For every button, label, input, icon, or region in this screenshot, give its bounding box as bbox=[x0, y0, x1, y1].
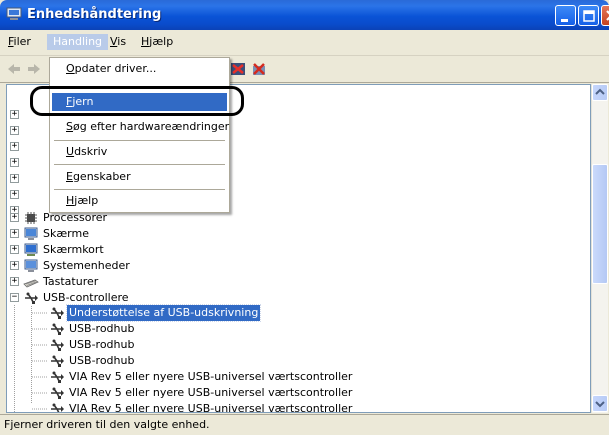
minimize-button[interactable] bbox=[555, 5, 576, 26]
menu-bar: Filer Handling Vis Hjælp bbox=[0, 30, 609, 56]
usb-icon bbox=[51, 307, 64, 319]
title-bar[interactable]: Enhedshåndtering bbox=[0, 0, 609, 30]
tree-device-via-host-controller[interactable]: VIA Rev 5 eller nyere USB-universel vært… bbox=[7, 385, 507, 401]
menu-item-mnemonic: U bbox=[66, 145, 75, 158]
close-icon bbox=[606, 10, 609, 21]
maximize-button[interactable] bbox=[578, 5, 599, 26]
uninstall-device-icon[interactable] bbox=[251, 61, 267, 77]
menu-item-update-driver[interactable]: Opdater driver... bbox=[52, 60, 227, 78]
action-menu-dropdown: Opdater driver... Fjern Søg efter hardwa… bbox=[49, 57, 230, 213]
tree-device-usb-root-hub[interactable]: USB-rodhub bbox=[7, 321, 507, 337]
disable-device-icon[interactable] bbox=[230, 61, 246, 77]
menu-hjaelp-label: jælp bbox=[149, 35, 174, 48]
menu-filer-label: iler bbox=[13, 35, 31, 48]
highlight-callout bbox=[30, 86, 244, 116]
menu-item-label: øg efter hardwareændringer bbox=[72, 120, 230, 133]
tree-device-label: VIA Rev 5 eller nyere USB-universel vært… bbox=[69, 370, 353, 383]
menu-item-mnemonic: E bbox=[66, 170, 73, 183]
status-text: Fjerner driveren til den valgte enhed. bbox=[4, 418, 210, 431]
usb-icon bbox=[51, 339, 64, 351]
tree-device-usb-root-hub[interactable]: USB-rodhub bbox=[7, 353, 507, 369]
menu-filer[interactable]: Filer bbox=[2, 34, 37, 50]
tree-device-label: USB-rodhub bbox=[69, 338, 135, 351]
scroll-down-button[interactable] bbox=[592, 395, 608, 412]
menu-item-mnemonic: S bbox=[66, 120, 73, 133]
usb-icon bbox=[51, 323, 64, 335]
menu-separator bbox=[54, 189, 225, 190]
menu-handling[interactable]: Handling bbox=[47, 34, 109, 50]
menu-item-scan-hardware[interactable]: Søg efter hardwareændringer bbox=[52, 118, 230, 136]
menu-vis[interactable]: Vis bbox=[104, 34, 132, 50]
status-bar: Fjerner driveren til den valgte enhed. bbox=[0, 414, 609, 435]
close-button[interactable] bbox=[601, 5, 609, 26]
menu-separator bbox=[54, 164, 225, 165]
menu-handling-label: Handling bbox=[53, 35, 103, 48]
usb-icon bbox=[51, 355, 64, 367]
chevron-down-icon bbox=[595, 401, 605, 408]
menu-vis-label: is bbox=[117, 35, 127, 48]
tree-device-label: VIA Rev 5 eller nyere USB-universel vært… bbox=[69, 386, 353, 399]
tree-device-via-host-controller[interactable]: VIA Rev 5 eller nyere USB-universel vært… bbox=[7, 401, 507, 413]
vertical-scrollbar[interactable] bbox=[591, 84, 608, 413]
minimize-icon bbox=[561, 19, 568, 22]
maximize-icon bbox=[583, 10, 595, 22]
menu-item-label: jælp bbox=[74, 194, 99, 207]
usb-icon bbox=[51, 371, 64, 383]
menu-item-properties[interactable]: Egenskaber bbox=[52, 168, 227, 186]
menu-item-label: pdater driver... bbox=[74, 62, 157, 75]
usb-icon bbox=[51, 387, 64, 399]
menu-separator bbox=[54, 140, 225, 141]
menu-item-mnemonic: O bbox=[66, 62, 75, 75]
menu-item-label: dskriv bbox=[74, 145, 108, 158]
chevron-up-icon bbox=[595, 88, 605, 95]
forward-arrow-icon[interactable] bbox=[26, 61, 42, 77]
tree-device-label: VIA Rev 5 eller nyere USB-universel vært… bbox=[69, 402, 353, 413]
device-manager-window: Enhedshåndtering Filer Handling Vis Hjæl… bbox=[0, 0, 609, 435]
scroll-up-button[interactable] bbox=[592, 84, 608, 101]
computer-icon bbox=[6, 7, 22, 20]
tree-device-label: USB-rodhub bbox=[69, 354, 135, 367]
back-arrow-icon[interactable] bbox=[6, 61, 22, 77]
tree-device-usb-print-support[interactable]: Understøttelse af USB-udskrivning bbox=[7, 304, 507, 322]
menu-item-label: genskaber bbox=[72, 170, 131, 183]
tree-device-label: USB-rodhub bbox=[69, 322, 135, 335]
scroll-thumb[interactable] bbox=[592, 164, 608, 284]
menu-hjaelp[interactable]: Hjælp bbox=[135, 34, 179, 50]
window-title: Enhedshåndtering bbox=[27, 7, 162, 22]
tree-device-via-host-controller[interactable]: VIA Rev 5 eller nyere USB-universel vært… bbox=[7, 369, 507, 385]
tree-device-label: Understøttelse af USB-udskrivning bbox=[65, 304, 262, 322]
menu-item-print[interactable]: Udskriv bbox=[52, 143, 227, 161]
tree-device-usb-root-hub[interactable]: USB-rodhub bbox=[7, 337, 507, 353]
menu-item-help[interactable]: Hjælp bbox=[52, 192, 227, 210]
usb-icon bbox=[51, 403, 64, 412]
